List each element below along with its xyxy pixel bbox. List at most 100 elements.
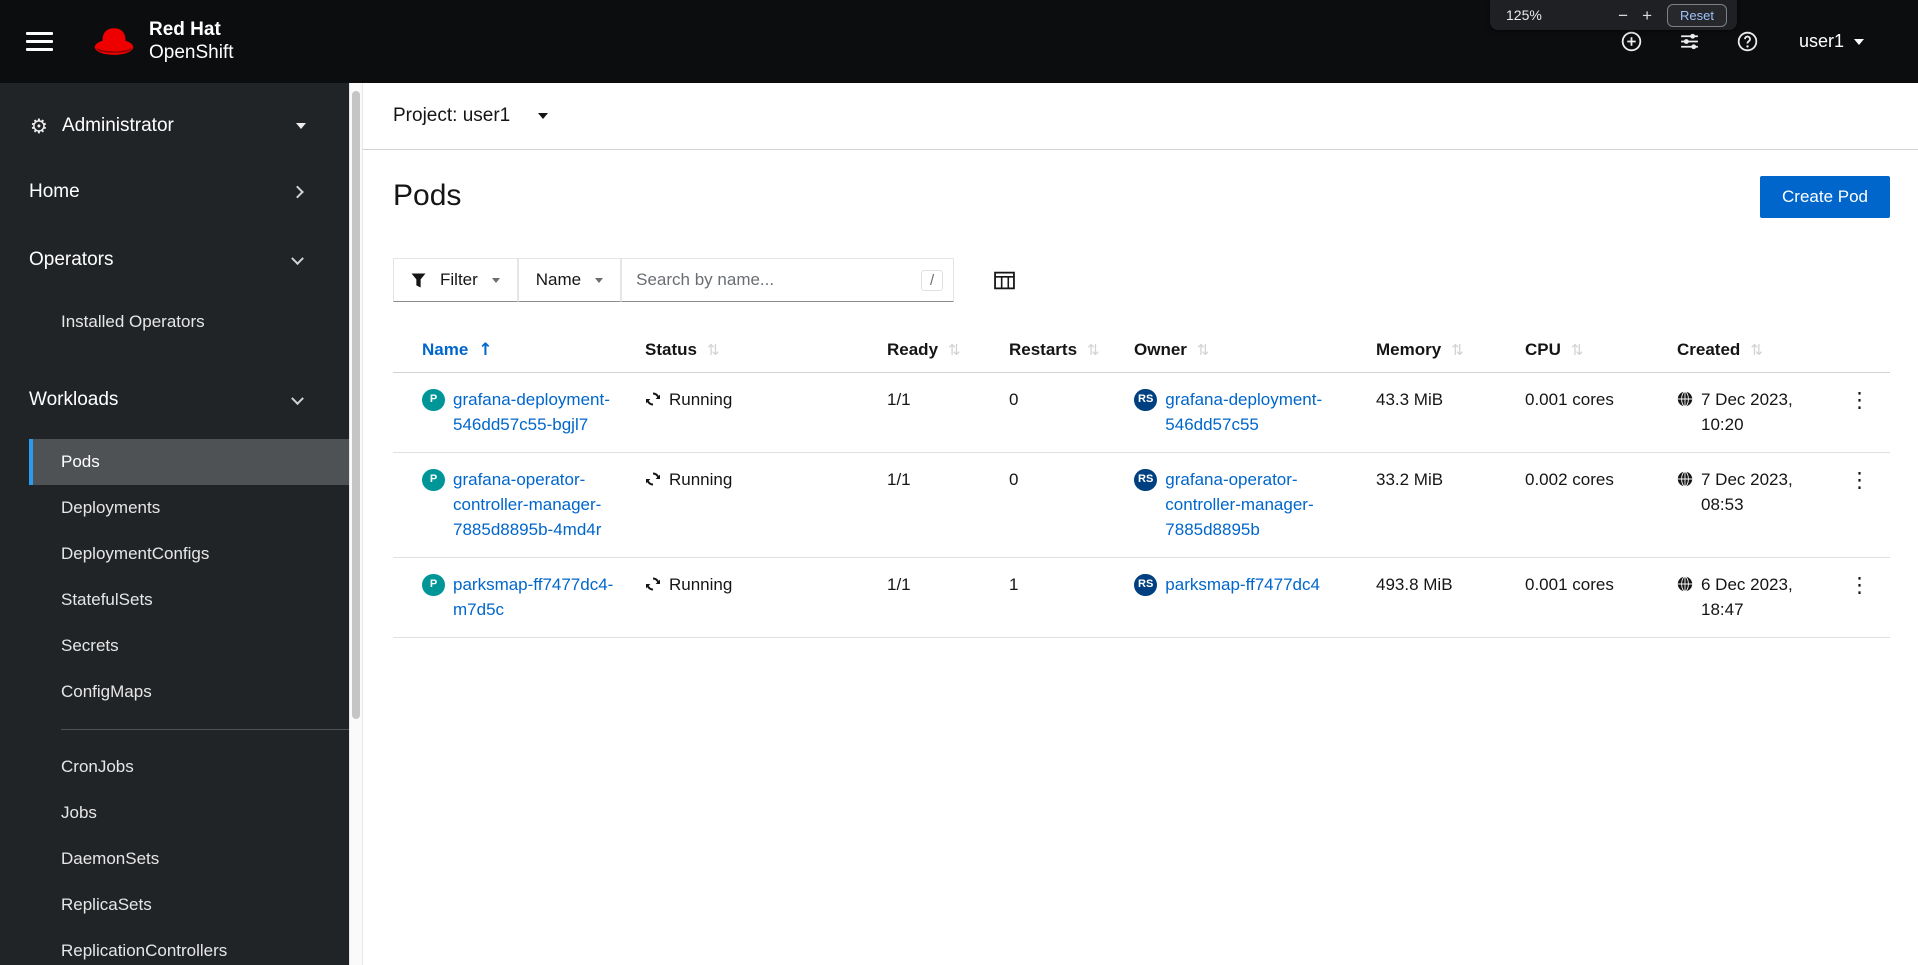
sort-ascending-icon: ↑ xyxy=(478,340,493,360)
sidebar-item-pods[interactable]: Pods xyxy=(29,439,349,485)
sidebar-item-deployments[interactable]: Deployments xyxy=(29,485,349,531)
pod-cpu: 0.001 cores xyxy=(1525,390,1614,409)
gear-icon: ⚙ xyxy=(30,114,48,138)
filter-dropdown[interactable]: Filter xyxy=(393,258,518,302)
search-attribute-label: Name xyxy=(535,270,582,289)
pod-restarts: 1 xyxy=(1009,575,1019,595)
search-box: / xyxy=(621,258,955,302)
sidebar-item-installed-operators[interactable]: Installed Operators xyxy=(29,299,349,345)
sidebar-item-operators[interactable]: Operators xyxy=(0,231,349,289)
column-label: Created xyxy=(1677,340,1741,359)
column-label: CPU xyxy=(1525,340,1561,359)
pod-created-timestamp: 7 Dec 2023, 10:20 xyxy=(1701,390,1793,434)
username: user1 xyxy=(1798,31,1844,51)
perspective-label: Administrator xyxy=(61,115,174,136)
nav-divider xyxy=(61,729,349,730)
zoom-out-button[interactable]: − xyxy=(1611,7,1635,24)
owner-link[interactable]: grafana-operator-controller-manager-7885… xyxy=(1165,468,1356,542)
user-menu[interactable]: user1 xyxy=(1799,31,1864,52)
column-header-name[interactable]: Name ↑ xyxy=(393,328,635,373)
perspective-switcher[interactable]: ⚙ Administrator xyxy=(0,103,349,149)
brand-line2: OpenShift xyxy=(149,41,234,63)
project-selector[interactable]: Project: user1 xyxy=(393,105,549,127)
sidebar-item-secrets[interactable]: Secrets xyxy=(29,623,349,669)
nav-toggle-hamburger-icon[interactable] xyxy=(26,27,53,56)
sort-icon: ⇅ xyxy=(1451,341,1464,359)
sidebar-item-configmaps[interactable]: ConfigMaps xyxy=(29,669,349,715)
search-input[interactable] xyxy=(636,270,915,290)
keyboard-shortcut-hint: / xyxy=(920,269,944,291)
column-header-restarts[interactable]: Restarts ⇅ xyxy=(999,328,1124,373)
sidebar-item-deploymentconfigs[interactable]: DeploymentConfigs xyxy=(29,531,349,577)
pod-kind-badge: P xyxy=(422,469,445,492)
zoom-level: 125% xyxy=(1506,7,1542,23)
replicaset-kind-badge: RS xyxy=(1134,389,1158,411)
nav-label: Workloads xyxy=(29,389,119,410)
sidebar-item-jobs[interactable]: Jobs xyxy=(29,790,349,836)
pod-kind-badge: P xyxy=(422,389,445,411)
main-content: Project: user1 Pods Create Pod Filter Na… xyxy=(363,83,1918,965)
pod-memory: 493.8 MiB xyxy=(1376,575,1453,595)
brand-logo[interactable]: Red Hat OpenShift xyxy=(91,19,234,64)
pod-ready: 1/1 xyxy=(887,470,911,490)
caret-down-icon xyxy=(595,277,604,283)
column-label: Memory xyxy=(1376,340,1442,359)
sort-icon: ⇅ xyxy=(1570,341,1584,359)
kebab-menu-icon[interactable]: ⋮ xyxy=(1841,470,1878,491)
sidebar-item-statefulsets[interactable]: StatefulSets xyxy=(29,577,349,623)
brand-text: Red Hat OpenShift xyxy=(149,19,234,64)
filter-toolbar: Filter Name / xyxy=(363,258,1918,302)
zoom-in-button[interactable]: + xyxy=(1635,7,1659,24)
nav-label: Operators xyxy=(29,249,114,270)
pod-cpu: 0.002 cores xyxy=(1525,470,1614,490)
sidebar-item-replicasets[interactable]: ReplicaSets xyxy=(29,882,349,928)
chevron-down-icon xyxy=(291,252,304,266)
chevron-down-icon xyxy=(291,392,304,406)
globe-icon xyxy=(1677,576,1693,592)
masthead-actions: user1 xyxy=(1621,31,1864,53)
zoom-reset-button[interactable]: Reset xyxy=(1667,3,1727,27)
kebab-menu-icon[interactable]: ⋮ xyxy=(1841,390,1878,411)
settings-sliders-icon[interactable] xyxy=(1679,31,1701,53)
sidebar-item-workloads[interactable]: Workloads xyxy=(0,371,349,429)
owner-link[interactable]: grafana-deployment-546dd57c55 xyxy=(1165,388,1356,437)
column-header-actions xyxy=(1831,328,1890,373)
column-label: Status xyxy=(645,340,697,359)
pods-table: Name ↑ Status ⇅ Ready ⇅ Restarts ⇅ Owner ⇅ xyxy=(393,328,1890,639)
sidebar-item-daemonsets[interactable]: DaemonSets xyxy=(29,836,349,882)
sort-icon: ⇅ xyxy=(948,341,961,359)
pod-name-link[interactable]: grafana-operator-controller-manager-7885… xyxy=(453,468,625,542)
owner-link[interactable]: parksmap-ff7477dc4 xyxy=(1165,573,1356,598)
sort-icon: ⇅ xyxy=(706,341,720,359)
table-row: P grafana-operator-controller-manager-78… xyxy=(393,452,1890,559)
pod-restarts: 0 xyxy=(1009,390,1019,409)
column-header-owner[interactable]: Owner ⇅ xyxy=(1124,328,1366,373)
pod-ready: 1/1 xyxy=(887,575,911,595)
sidebar-item-replicationcontrollers[interactable]: ReplicationControllers xyxy=(29,928,349,965)
sidebar-scrollbar-thumb[interactable] xyxy=(352,91,360,719)
pod-cpu: 0.001 cores xyxy=(1525,575,1614,595)
search-attribute-dropdown[interactable]: Name xyxy=(517,258,622,302)
add-circle-icon[interactable] xyxy=(1621,31,1643,53)
column-header-created[interactable]: Created ⇅ xyxy=(1667,328,1831,373)
globe-icon xyxy=(1677,471,1693,487)
help-circle-icon[interactable] xyxy=(1737,31,1759,53)
sort-icon: ⇅ xyxy=(1196,341,1210,359)
masthead: Red Hat OpenShift user1 125% − + Reset xyxy=(0,0,1918,83)
pod-created-timestamp: 6 Dec 2023, 18:47 xyxy=(1701,575,1793,619)
sidebar-item-home[interactable]: Home xyxy=(0,163,349,221)
column-header-status[interactable]: Status ⇅ xyxy=(635,328,877,373)
sidebar-item-cronjobs[interactable]: CronJobs xyxy=(29,744,349,790)
manage-columns-icon[interactable] xyxy=(994,271,1015,290)
column-header-memory[interactable]: Memory ⇅ xyxy=(1366,328,1515,373)
workloads-subnav: Pods Deployments DeploymentConfigs State… xyxy=(0,439,349,965)
pod-name-link[interactable]: parksmap-ff7477dc4-m7d5c xyxy=(453,573,625,622)
create-pod-button[interactable]: Create Pod xyxy=(1760,176,1890,218)
pod-restarts: 0 xyxy=(1009,470,1019,490)
chevron-down-icon xyxy=(1854,38,1864,45)
sync-running-icon xyxy=(646,392,660,406)
column-header-cpu[interactable]: CPU ⇅ xyxy=(1515,328,1667,373)
pod-name-link[interactable]: grafana-deployment-546dd57c55-bgjl7 xyxy=(453,388,625,437)
column-header-ready[interactable]: Ready ⇅ xyxy=(877,328,999,373)
kebab-menu-icon[interactable]: ⋮ xyxy=(1841,575,1878,596)
